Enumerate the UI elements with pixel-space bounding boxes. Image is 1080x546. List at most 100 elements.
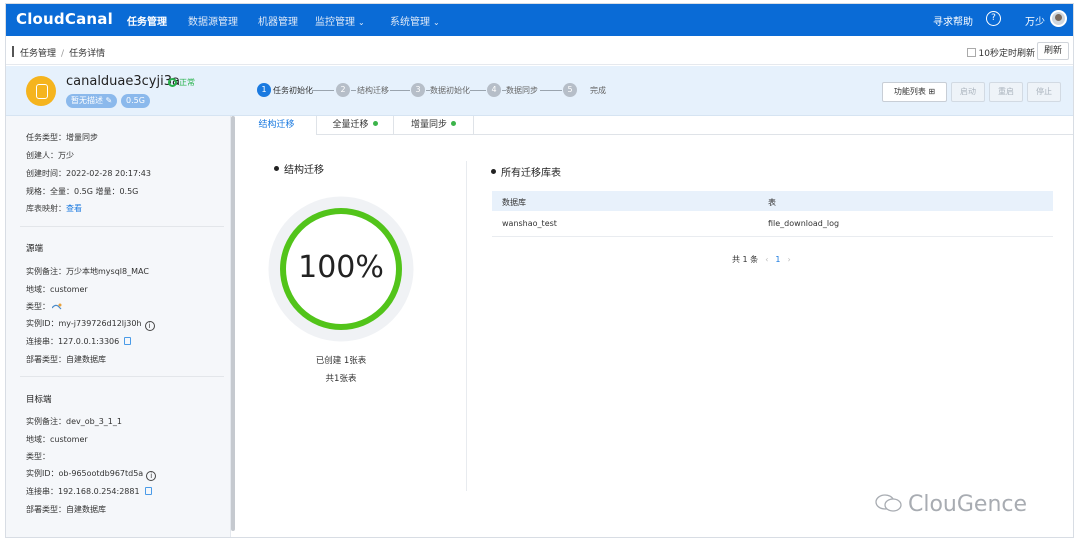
target-remark: 实例备注：dev_ob_3_1_1 [26,417,122,426]
tab-incremental-sync[interactable]: 增量同步 [394,116,474,135]
step-5-label: 完成 [590,86,606,95]
step-3-circle: 3 [411,83,425,97]
divider [20,226,224,227]
breadcrumb-task-detail: 任务详情 [69,49,106,59]
tab-label: 增量同步 [410,120,447,130]
step-connector [540,90,562,91]
breadcrumb-task-management[interactable]: 任务管理 [20,49,56,59]
table-header: 数据库 表 [492,191,1053,211]
target-region: 地域：customer [26,435,88,444]
refresh-button[interactable]: 刷新 [1036,42,1069,60]
step-connector [312,90,334,91]
view-mapping-link[interactable]: 查看 [66,204,82,213]
chevron-down-icon: ⌄ [358,18,365,27]
step-connector [390,90,410,91]
app-window: CloudCanal 任务管理 数据源管理 机器管理 监控管理 ⌄ 系统管理 ⌄ 寻… [5,3,1074,538]
column-header-table: 表 [768,198,776,207]
target-conn-label: 连接串：192.168.0.254:2881 [26,487,140,496]
step-1-label: 任务初始化 [273,86,313,95]
divider [20,376,224,377]
cell-database: wanshao_test [502,219,557,228]
target-deploy: 部署类型：自建数据库 [26,505,106,514]
function-list-button[interactable]: 功能列表 ⊞ [882,82,947,102]
step-connector [351,90,356,91]
help-link[interactable]: 寻求帮助 [933,13,973,28]
step-connector [470,90,486,91]
column-header-database: 数据库 [502,198,526,207]
nav-label: 系统管理 [390,17,430,28]
start-button[interactable]: 启动 [951,82,985,102]
task-info-sidebar: 任务类型：增量同步 创建人：万少 创建时间：2022-02-28 20:17:4… [6,116,231,537]
task-id: canalduae3cyji3a [66,74,180,89]
edit-icon[interactable]: ✎ [106,96,113,105]
tables-panel-title: 所有迁移库表 [491,164,561,179]
description-tag-label: 暂无描述 [71,96,103,105]
nav-system-management[interactable]: 系统管理 ⌄ [390,13,440,28]
database-icon [26,76,56,106]
table-mapping-label: 库表映射： [26,204,66,213]
target-instance: 实例ID：ob-965ootdb967td5a i [26,468,157,481]
migration-table: 数据库 表 wanshao_test file_download_log [492,191,1053,237]
page-number[interactable]: 1 [775,255,780,264]
logo: CloudCanal [16,10,113,28]
source-type-label: 类型： [26,302,50,311]
avatar[interactable] [1050,10,1067,27]
spec-tag: 0.5G [121,94,150,108]
cell-table: file_download_log [768,219,840,228]
nav-monitor-management[interactable]: 监控管理 ⌄ [315,13,365,28]
migration-title: 结构迁移 [284,165,324,176]
step-4-label: 数据同步 [506,86,538,95]
progress-percentage: 100% [298,250,384,285]
source-region: 地域：customer [26,285,88,294]
copy-icon[interactable] [144,487,152,495]
pagination-total: 共 1 条 [732,255,759,264]
checkbox-icon[interactable] [966,48,976,57]
nav-task-management[interactable]: 任务管理 [127,13,167,28]
watermark: ClouGence [874,492,1027,517]
table-mapping: 库表映射：查看 [26,203,82,214]
tab-bar: 结构迁移 全量迁移 增量同步 [237,116,1073,135]
status-dot-icon [372,121,378,126]
question-icon[interactable]: ? [986,11,1001,26]
source-title: 源端 [26,244,44,254]
description-tag[interactable]: 暂无描述 ✎ [66,94,118,108]
stop-button[interactable]: 停止 [1027,82,1061,102]
status-dot-icon [451,121,456,126]
step-1-circle: 1 [257,83,271,97]
source-conn-label: 连接串：127.0.0.1:3306 [26,337,120,346]
chevron-right-icon[interactable]: › [787,255,790,264]
task-type: 任务类型：增量同步 [26,133,98,142]
chevron-left-icon[interactable]: ‹ [765,255,768,264]
table-row: wanshao_test file_download_log [492,211,1053,237]
tab-structure-migration[interactable]: 结构迁移 [237,116,317,135]
target-conn: 连接串：192.168.0.254:2881 [26,486,152,497]
restart-button[interactable]: 重启 [989,82,1023,102]
source-conn: 连接串：127.0.0.1:3306 [26,336,132,347]
copy-icon[interactable] [124,337,132,345]
breadcrumb-bar: 任务管理 / 任务详情 10秒定时刷新 刷新 [6,37,1073,65]
spec: 规格：全量：0.5G 增量：0.5G [26,187,139,196]
info-icon[interactable]: i [144,321,155,331]
created-count: 已创建 1张表 [315,356,367,366]
step-5-circle: 5 [563,83,577,97]
creator: 创建人：万少 [26,151,74,160]
auto-refresh-checkbox[interactable]: 10秒定时刷新 [966,46,1035,59]
step-3-label: 数据初始化 [430,86,470,95]
info-icon[interactable]: i [146,471,157,481]
migration-panel-title: 结构迁移 [274,161,324,176]
nav-machine-management[interactable]: 机器管理 [258,13,298,28]
step-4-circle: 4 [487,83,501,97]
bullet-icon [491,169,496,174]
source-type: 类型： [26,301,62,312]
breadcrumb-separator: / [61,49,65,59]
nav-datasource-management[interactable]: 数据源管理 [188,13,238,28]
tab-full-migration[interactable]: 全量迁移 [317,116,394,135]
breadcrumb-accent [12,46,14,57]
user-name[interactable]: 万少 [1025,13,1045,28]
sidebar-scrollbar[interactable] [231,116,235,531]
nav-label: 监控管理 [315,17,355,28]
created-time: 创建时间：2022-02-28 20:17:43 [26,169,151,178]
watermark-text: ClouGence [908,492,1028,517]
source-deploy: 部署类型：自建数据库 [26,355,106,364]
top-nav: CloudCanal 任务管理 数据源管理 机器管理 监控管理 ⌄ 系统管理 ⌄ 寻… [6,4,1073,36]
